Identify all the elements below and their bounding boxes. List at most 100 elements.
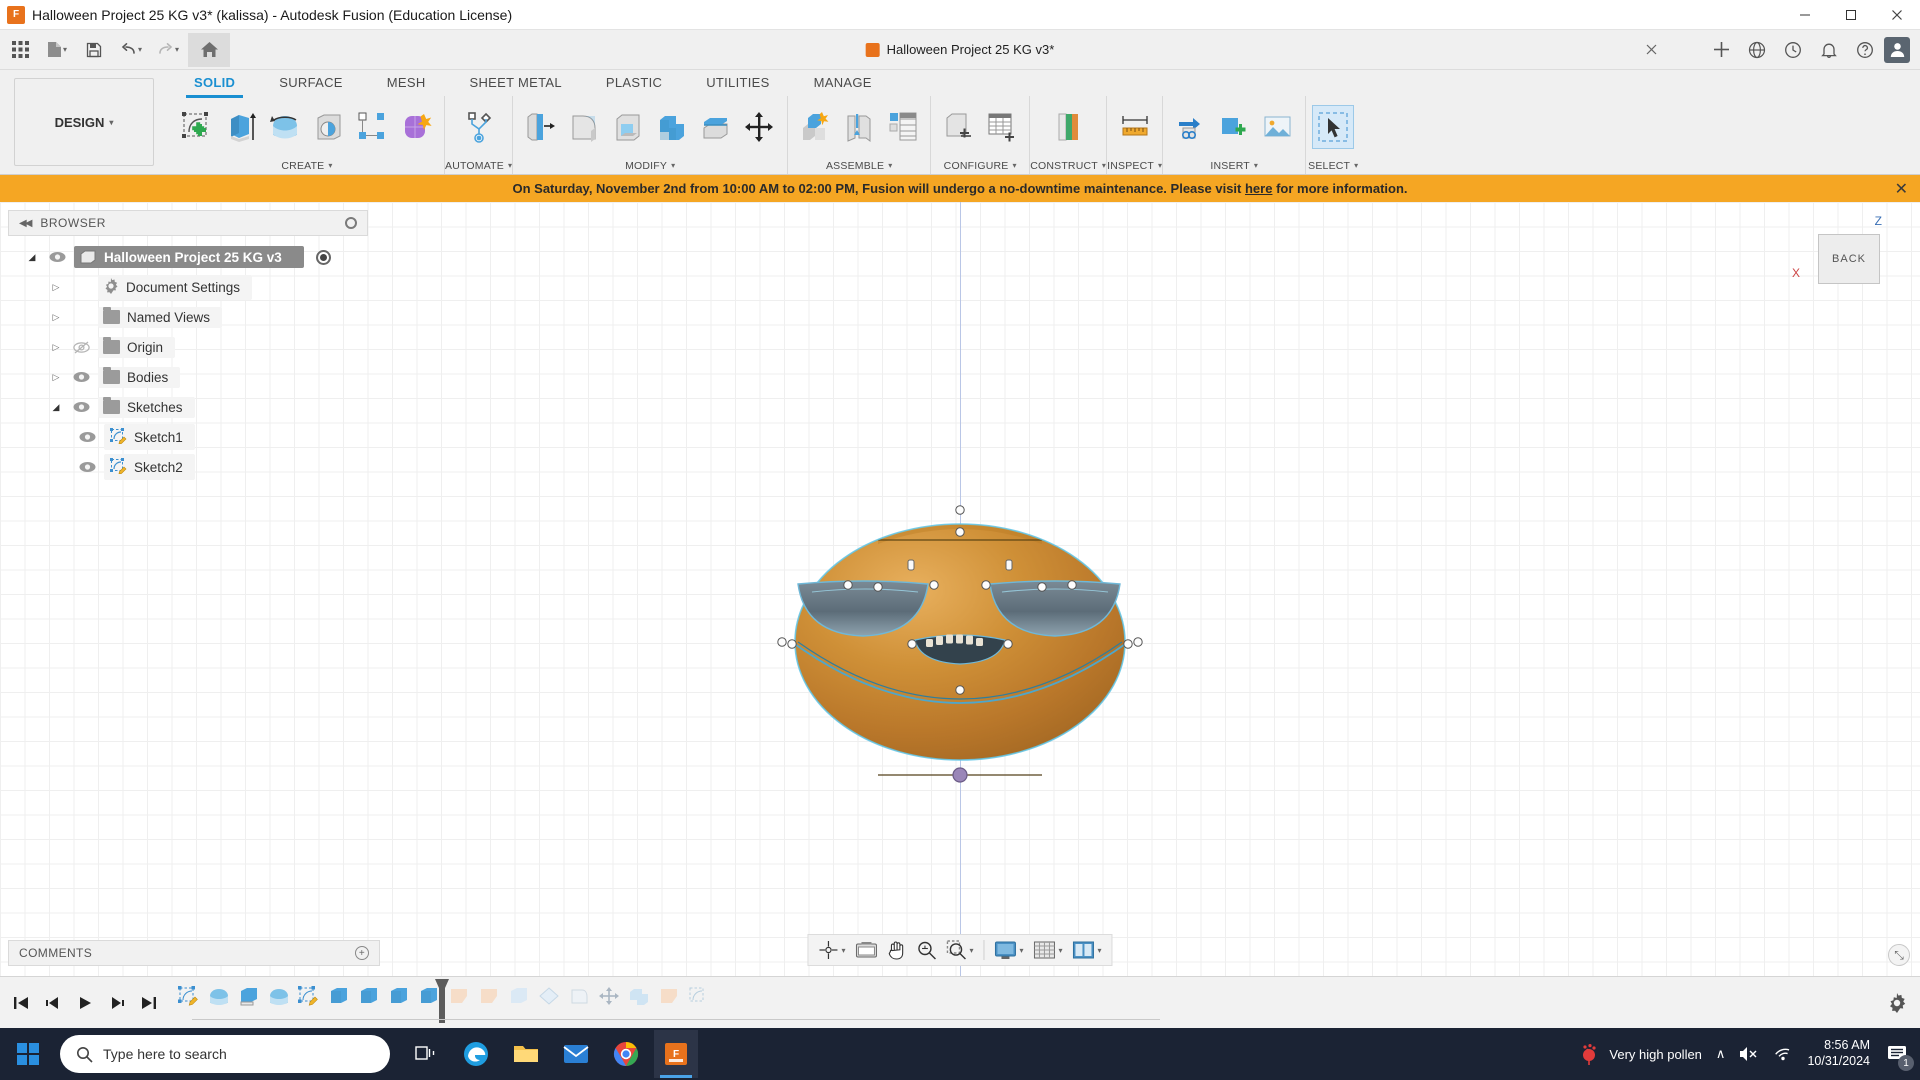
visibility-eye-off-icon[interactable]: [70, 341, 92, 354]
timeline-feature-13[interactable]: [534, 981, 564, 1011]
tab-plastic[interactable]: PLASTIC: [584, 70, 684, 96]
timeline-feature-12[interactable]: [504, 981, 534, 1011]
display-settings-button[interactable]: ▾: [990, 937, 1027, 963]
look-at-tool-button[interactable]: [851, 937, 881, 963]
timeline-extrude1[interactable]: [234, 981, 264, 1011]
tray-expand-icon[interactable]: ∧: [1716, 1046, 1726, 1062]
taskbar-search-input[interactable]: Type here to search: [103, 1046, 227, 1062]
redo-button[interactable]: ▾: [151, 33, 185, 67]
tab-solid[interactable]: SOLID: [172, 70, 257, 98]
mail-taskbar-icon[interactable]: [554, 1030, 598, 1078]
tab-manage[interactable]: MANAGE: [792, 70, 894, 96]
chevron-down-icon[interactable]: ▾: [508, 161, 512, 170]
timeline-feature-15[interactable]: [594, 981, 624, 1011]
maximize-button[interactable]: [1828, 0, 1874, 30]
form-create-icon[interactable]: [396, 105, 438, 149]
timeline-feature-16[interactable]: [624, 981, 654, 1011]
timeline-settings-button[interactable]: [1884, 990, 1910, 1016]
tree-node-chip[interactable]: Sketch1: [104, 424, 195, 450]
notifications-button[interactable]: [1812, 33, 1846, 67]
configure-component-icon[interactable]: [937, 105, 979, 149]
start-button[interactable]: [0, 1028, 56, 1080]
close-button[interactable]: [1874, 0, 1920, 30]
timeline-go-end-button[interactable]: [138, 992, 160, 1014]
insert-decal-icon[interactable]: [1257, 105, 1299, 149]
banner-close-button[interactable]: ✕: [1895, 179, 1908, 199]
select-cursor-icon[interactable]: [1312, 104, 1355, 149]
timeline-revolve1[interactable]: [204, 981, 234, 1011]
press-pull-icon[interactable]: [519, 105, 561, 149]
chevron-down-icon[interactable]: ▾: [841, 946, 845, 955]
add-comment-icon[interactable]: +: [355, 946, 369, 960]
visibility-eye-icon[interactable]: [70, 371, 92, 383]
timeline-track[interactable]: [192, 1019, 1160, 1020]
volume-mute-icon[interactable]: [1739, 1046, 1759, 1062]
zoom-tool-button[interactable]: [912, 937, 940, 963]
fillet-icon[interactable]: [563, 105, 605, 149]
visibility-eye-icon[interactable]: [76, 431, 98, 443]
pan-tool-button[interactable]: [883, 937, 910, 963]
user-profile-avatar[interactable]: [1884, 36, 1910, 63]
timeline-sketch1[interactable]: [174, 981, 204, 1011]
wifi-icon[interactable]: [1773, 1046, 1793, 1062]
timeline-extrude2[interactable]: [324, 981, 354, 1011]
activate-component-radio[interactable]: [315, 249, 331, 265]
timeline-sketch2[interactable]: [294, 981, 324, 1011]
pattern-rectangular-icon[interactable]: [352, 105, 394, 149]
offset-face-icon[interactable]: [695, 105, 737, 149]
add-tab-button[interactable]: [1704, 33, 1738, 67]
expand-arrow-icon[interactable]: ◢: [48, 402, 64, 413]
view-cube-face[interactable]: BACK: [1818, 234, 1880, 284]
notification-center-button[interactable]: 1: [1884, 1041, 1914, 1071]
tree-node-root[interactable]: ◢ Halloween Project 25 KG v3: [0, 242, 380, 272]
visibility-eye-icon[interactable]: [46, 251, 68, 263]
tab-surface[interactable]: SURFACE: [257, 70, 365, 96]
automated-modeling-icon[interactable]: [458, 105, 500, 149]
chevron-down-icon[interactable]: ▾: [1059, 946, 1063, 955]
close-tab-button[interactable]: [1634, 33, 1668, 67]
document-tab[interactable]: Halloween Project 25 KG v3*: [865, 42, 1054, 57]
tab-sheet-metal[interactable]: SHEET METAL: [448, 70, 584, 96]
explorer-taskbar-icon[interactable]: [504, 1030, 548, 1078]
configuration-table-icon[interactable]: [981, 105, 1023, 149]
tree-node-chip[interactable]: Halloween Project 25 KG v3: [74, 246, 304, 268]
tree-node-bodies[interactable]: ▷ Bodies: [0, 362, 380, 392]
create-sketch-icon[interactable]: [176, 105, 218, 149]
chevron-down-icon[interactable]: ▾: [1354, 161, 1358, 170]
timeline-go-start-button[interactable]: [10, 992, 32, 1014]
expand-arrow-icon[interactable]: ▷: [48, 372, 64, 383]
browser-options-icon[interactable]: [345, 217, 357, 229]
chevron-down-icon[interactable]: ▾: [1158, 161, 1162, 170]
chevron-down-icon[interactable]: ▾: [1102, 161, 1106, 170]
tree-node-chip[interactable]: Sketches: [98, 396, 195, 418]
chevron-down-icon[interactable]: ▾: [1019, 946, 1023, 955]
chevron-down-icon[interactable]: ▾: [1254, 161, 1258, 170]
workspace-switcher[interactable]: DESIGN ▾: [14, 78, 154, 166]
tree-node-chip[interactable]: Sketch2: [104, 454, 195, 480]
fusion-taskbar-icon[interactable]: F: [654, 1030, 698, 1078]
chevron-down-icon[interactable]: ▾: [969, 946, 973, 955]
taskbar-search-box[interactable]: Type here to search: [60, 1035, 390, 1073]
hole-icon[interactable]: [308, 105, 350, 149]
visibility-eye-icon[interactable]: [76, 461, 98, 473]
timeline-extrude3[interactable]: [354, 981, 384, 1011]
grid-snaps-button[interactable]: ▾: [1030, 937, 1067, 963]
timeline-feature-17[interactable]: [654, 981, 684, 1011]
collapse-panel-icon[interactable]: ◀◀: [19, 218, 32, 229]
tree-node-chip[interactable]: Named Views: [98, 306, 223, 328]
offset-plane-icon[interactable]: [1047, 105, 1089, 149]
revolve-icon[interactable]: [264, 105, 306, 149]
orbit-tool-button[interactable]: ▾: [814, 937, 849, 963]
timeline-feature-18[interactable]: [684, 981, 714, 1011]
new-component-icon[interactable]: [794, 105, 836, 149]
banner-link[interactable]: here: [1245, 181, 1272, 196]
insert-derive-icon[interactable]: [1169, 105, 1211, 149]
tree-node-origin[interactable]: ▷ Origin: [0, 332, 380, 362]
chevron-down-icon[interactable]: ▾: [671, 161, 675, 170]
tree-node-sketch1[interactable]: Sketch1: [0, 422, 380, 452]
chevron-down-icon[interactable]: ▾: [888, 161, 892, 170]
joint-origin-icon[interactable]: [882, 105, 924, 149]
expand-arrow-icon[interactable]: ◢: [24, 252, 40, 263]
help-globe-button[interactable]: [1740, 33, 1774, 67]
expand-arrow-icon[interactable]: ▷: [48, 282, 64, 293]
